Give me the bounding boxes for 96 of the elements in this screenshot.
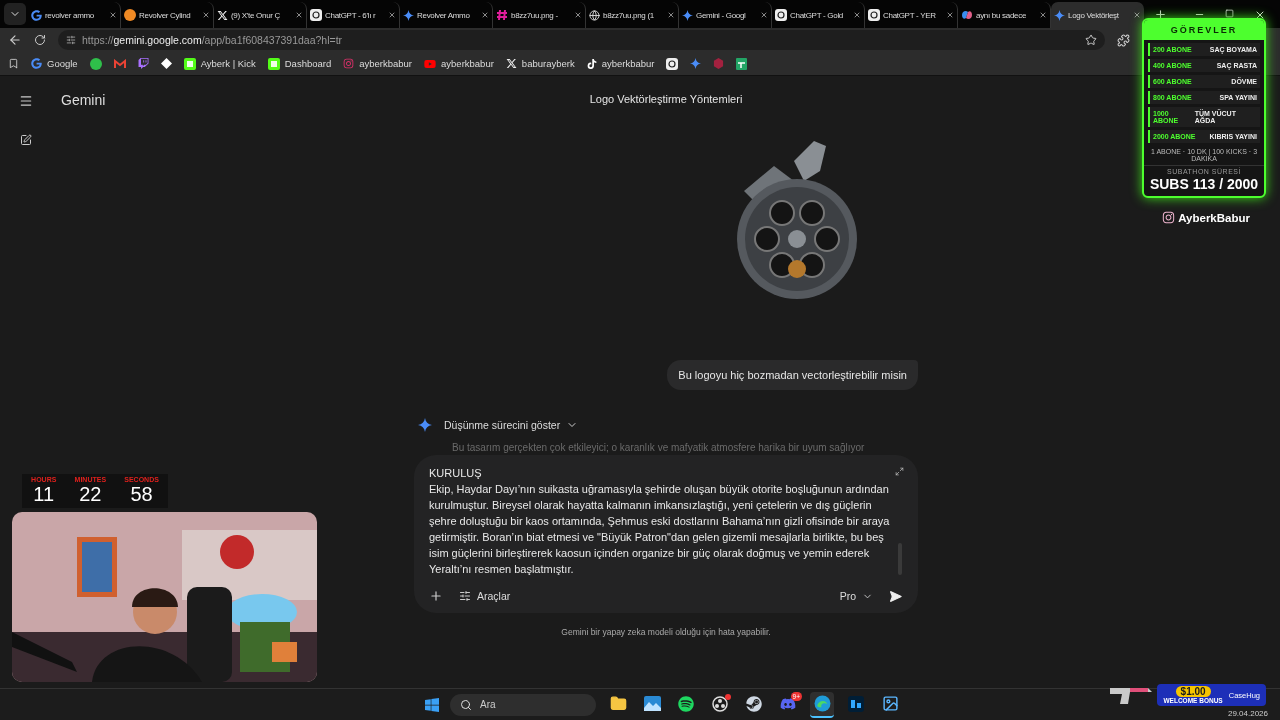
x-icon [217,9,228,21]
sub-counter: SUBS 113 / 2000 [1148,175,1260,194]
folder-icon [609,695,627,712]
globe-icon [589,9,600,21]
diamond-icon [160,58,172,69]
close-icon [946,11,954,19]
bookmark[interactable]: ayberkbabur [424,57,494,70]
close-icon [1039,11,1047,19]
tools-button[interactable]: Araçlar [459,590,511,602]
browser-tab[interactable]: Logo Vektörleşt [1051,2,1144,28]
cube-icon [713,58,725,69]
timer-value: 11 [33,483,55,505]
reload-icon[interactable] [34,34,46,46]
show-thinking-button[interactable]: Düşünme sürecini göster [444,419,579,431]
image-icon [881,695,899,712]
sheet-icon [736,57,748,70]
prompt-field[interactable]: KURULUŞ Ekip, Haydar Dayı’nın suikasta uğramasıyla şehirde oluşan büyük otorite boşluğunun ardından kurulmuştur. Bireysel olarak hayatta kalmanın imkansızlaştığı, yeni çetelerin ve dış güçlerin şehre doluştuğu bir kaos ortamında, Şehmus eski dostlarını Bahama’nın gizli ofisinde bir araya getirmiştir. Boran’ın biat etmesi ve "Büyük Patron"dan gelen gizemli mesajlarla birlikte, bu beş isim güçlerini birleştirerek kaosun içinden organize bir güç olarak doğmuş ve yemin ederek Yeraltı’nı resmen başlatmıştır. [429,465,899,577]
maximize-icon[interactable] [1225,9,1234,18]
close-icon [388,11,396,19]
alert-dot [725,693,731,700]
google-icon [31,58,42,69]
youtube-icon [424,57,437,70]
start-icon[interactable] [424,696,440,713]
chat-title: Logo Vektörleştirme Yöntemleri [589,93,743,105]
ad-amount: $1.00 [1175,686,1211,697]
new-chat-icon[interactable] [20,134,32,146]
close-icon [853,11,861,19]
x-icon [505,58,517,69]
spotify-icon [678,695,694,712]
bookmark[interactable]: Dashboard [267,57,332,70]
close-icon [667,11,675,19]
bookmark[interactable]: Ayberk | Kick [183,57,256,70]
close-icon [760,11,768,19]
google-icon [31,9,42,21]
sparkle-icon [1054,9,1065,21]
address-field[interactable]: https://gemini.google.com/app/ba1f608437391daa?hl=tr [58,30,1105,50]
menu-icon[interactable] [19,94,33,108]
hash-icon [496,9,508,21]
user-message: Bu logoyu hiç bozmadan vectorleştirebilir misin [667,360,918,390]
send-icon[interactable] [889,589,902,603]
tab-list-button[interactable] [4,3,26,25]
close-icon [574,11,582,19]
close-icon [295,11,303,19]
model-selector[interactable]: Pro [839,590,873,602]
expand-icon[interactable] [895,467,904,476]
circle-icon [89,57,102,70]
back-icon[interactable] [8,33,22,47]
search-icon [460,698,472,711]
search-field[interactable]: Ara [450,693,596,716]
close-icon [202,11,210,19]
sparkle-icon [690,58,702,69]
timer-value: 58 [130,483,153,505]
instagram-icon [1162,211,1176,224]
steam-icon [746,695,762,712]
close-icon [481,11,489,19]
extensions-icon[interactable] [1117,33,1130,47]
bookmark[interactable]: Google [31,58,78,69]
taskbar-app[interactable] [810,691,834,718]
sparkle-icon [418,418,432,432]
response-text: Bu tasarım gerçekten çok etkileyici; o karanlık ve mafyatik atmosfere harika bir uyum sağlıyor [452,442,866,453]
swirl-icon [961,9,973,21]
site-info-icon [66,35,76,45]
close-icon [109,11,117,19]
handle-text: AyberkBabur [1178,211,1250,224]
circle-icon [124,9,136,21]
twitch-icon [137,58,149,69]
mail-icon [113,58,126,69]
bookmark-icon[interactable] [8,58,19,69]
chat-icon [666,57,679,70]
new-tab-icon[interactable] [1154,8,1167,21]
date-text: 29.04.2026 [1227,709,1268,718]
kick-icon [267,57,280,70]
add-icon[interactable] [429,589,443,603]
goals-title: GÖREVLER [1144,20,1264,40]
bookmark[interactable]: ayberkbabur [586,58,655,69]
chat-icon [868,9,880,21]
timer-value: 22 [79,483,102,505]
star-icon[interactable] [1085,34,1097,46]
photoshop-icon [848,695,864,712]
sliders-icon [459,590,471,602]
bookmark[interactable]: baburayberk [505,58,575,69]
tiktok-icon [586,58,597,69]
disclaimer-text: Gemini bir yapay zeka modeli olduğu için hata yapabilir. [560,627,772,637]
chat-icon [310,9,322,21]
sparkle-icon [682,9,693,21]
app-name: Gemini [61,92,106,108]
instagram-icon [343,58,355,69]
sparkle-icon [403,9,414,21]
url-text: https://gemini.google.com/app/ba1f608437391daa?hl=tr [82,34,343,46]
edge-icon [813,695,831,712]
close-icon [1133,11,1141,19]
kick-icon [183,57,196,70]
bookmark[interactable]: ayberkbabur [343,58,413,69]
chat-icon [775,9,787,21]
landscape-icon [643,696,661,711]
obs-icon [712,695,728,712]
